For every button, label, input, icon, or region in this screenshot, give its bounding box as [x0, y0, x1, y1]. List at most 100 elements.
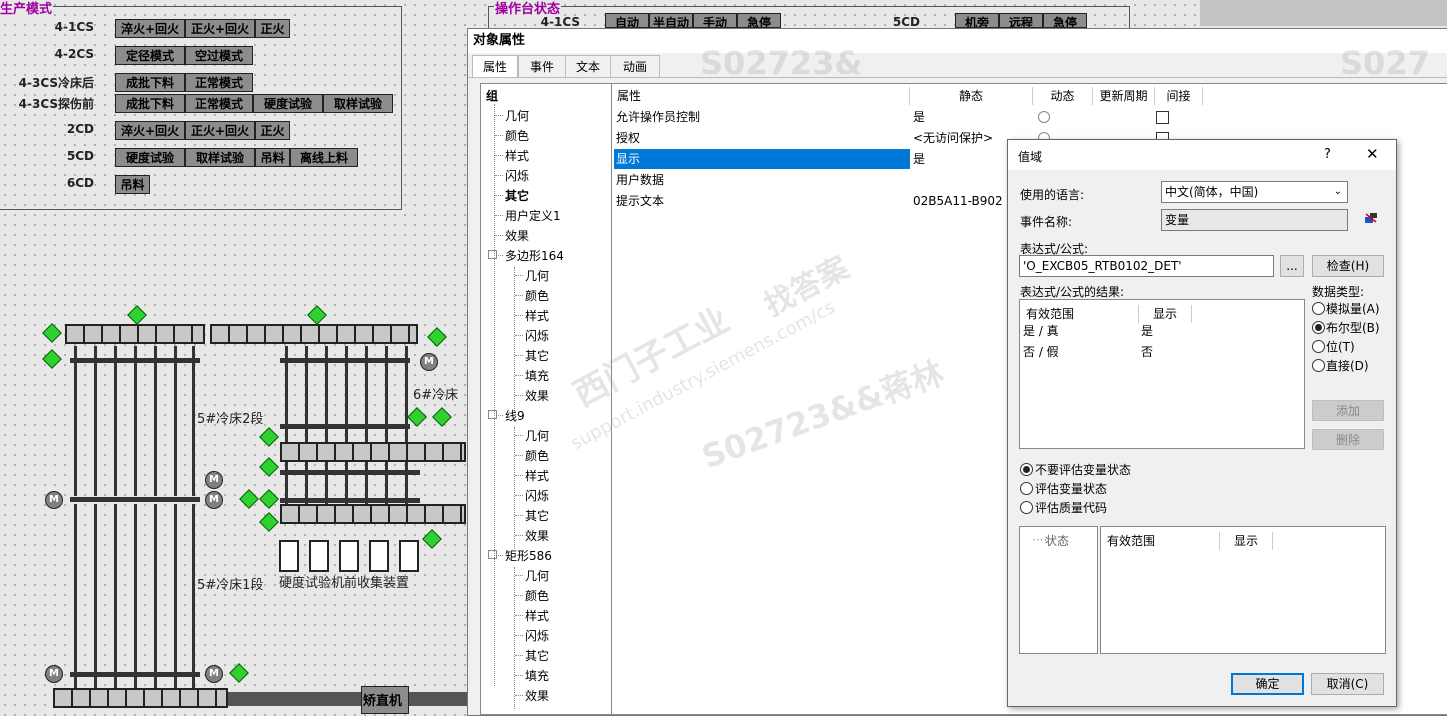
result-display-1[interactable]: 否 — [1141, 343, 1153, 360]
tree-item-0[interactable]: 组 — [486, 87, 498, 104]
eval-radio-2[interactable] — [1020, 501, 1033, 514]
eval-label-1[interactable]: 评估变量状态 — [1035, 480, 1107, 497]
col-header-indirect[interactable]: 间接 — [1155, 87, 1203, 105]
result-header-range[interactable]: 有效范围 — [1026, 305, 1139, 323]
lightbulb-icon-0[interactable] — [1038, 111, 1050, 123]
col-header-static[interactable]: 静态 — [910, 87, 1033, 105]
close-icon[interactable]: ✕ — [1366, 145, 1379, 163]
tree-item-1[interactable]: 几何 — [505, 107, 529, 124]
pm-button-5-0[interactable]: 硬度试验 — [115, 148, 185, 167]
valve-12[interactable] — [259, 512, 279, 532]
expand-icon-16[interactable] — [488, 410, 497, 419]
valve-6[interactable] — [407, 407, 427, 427]
add-button[interactable]: 添加 — [1312, 400, 1384, 421]
eval-label-2[interactable]: 评估质量代码 — [1035, 499, 1107, 516]
indirect-checkbox-0[interactable] — [1156, 111, 1169, 124]
property-static-1[interactable]: <无访问保护> — [913, 128, 993, 148]
valve-8[interactable] — [259, 427, 279, 447]
property-static-4[interactable]: 02B5A11-B902 5 — [913, 191, 1014, 211]
datatype-label-1[interactable]: 布尔型(B) — [1326, 319, 1380, 336]
help-button[interactable]: ? — [1324, 147, 1331, 162]
pm-button-4-1[interactable]: 正火+回火 — [185, 121, 255, 140]
tree-item-14[interactable]: 填充 — [525, 367, 549, 384]
valve-5[interactable] — [427, 327, 447, 347]
expand-icon-23[interactable] — [488, 550, 497, 559]
variable-connect-icon[interactable] — [1364, 212, 1378, 224]
console-button-0[interactable]: 自动 — [605, 13, 649, 28]
tree-item-8[interactable]: 多边形164 — [505, 247, 564, 264]
motor-6[interactable]: M — [205, 665, 223, 683]
tree-item-10[interactable]: 颜色 — [525, 287, 549, 304]
pm-button-0-1[interactable]: 正火+回火 — [185, 19, 255, 38]
pm-button-3-2[interactable]: 硬度试验 — [253, 94, 323, 113]
tree-item-15[interactable]: 效果 — [525, 387, 549, 404]
pm-button-3-3[interactable]: 取样试验 — [323, 94, 393, 113]
tree-item-25[interactable]: 颜色 — [525, 587, 549, 604]
tree-item-7[interactable]: 效果 — [505, 227, 529, 244]
tree-item-27[interactable]: 闪烁 — [525, 627, 549, 644]
pm-button-0-0[interactable]: 淬火+回火 — [115, 19, 185, 38]
tree-item-19[interactable]: 样式 — [525, 467, 549, 484]
tree-item-6[interactable]: 用户定义1 — [505, 207, 561, 224]
tree-item-23[interactable]: 矩形586 — [505, 547, 552, 564]
valve-7[interactable] — [432, 407, 452, 427]
tree-item-21[interactable]: 其它 — [525, 507, 549, 524]
motor-1[interactable]: M — [420, 353, 438, 371]
datatype-label-0[interactable]: 模拟量(A) — [1326, 300, 1380, 317]
pm-button-5-2[interactable]: 吊料 — [255, 148, 290, 167]
pm-button-5-1[interactable]: 取样试验 — [185, 148, 255, 167]
property-static-0[interactable]: 是 — [913, 107, 925, 127]
console-right-button-1[interactable]: 远程 — [999, 13, 1043, 28]
valve-4[interactable] — [307, 305, 327, 325]
result-range-0[interactable]: 是 / 真 — [1023, 322, 1059, 339]
expand-icon-8[interactable] — [488, 250, 497, 259]
property-name-1[interactable]: 授权 — [614, 128, 910, 148]
valve-2[interactable] — [42, 349, 62, 369]
tree-item-29[interactable]: 填充 — [525, 667, 549, 684]
valve-1[interactable] — [42, 323, 62, 343]
status-tree-item[interactable]: 状态 — [1045, 532, 1069, 549]
pm-button-1-0[interactable]: 定径模式 — [115, 46, 185, 65]
status-header-range[interactable]: 有效范围 — [1107, 532, 1220, 550]
result-range-1[interactable]: 否 / 假 — [1023, 343, 1059, 360]
tree-item-12[interactable]: 闪烁 — [525, 327, 549, 344]
valve-11[interactable] — [259, 489, 279, 509]
check-button[interactable]: 检查(H) — [1312, 255, 1384, 277]
property-static-2[interactable]: 是 — [913, 149, 925, 169]
datatype-radio-1[interactable] — [1312, 321, 1325, 334]
pm-button-1-1[interactable]: 空过模式 — [185, 46, 253, 65]
valve-13[interactable] — [422, 529, 442, 549]
console-button-3[interactable]: 急停 — [737, 13, 781, 28]
ok-button[interactable]: 确定 — [1231, 673, 1304, 695]
tree-item-4[interactable]: 闪烁 — [505, 167, 529, 184]
col-header-update-cycle[interactable]: 更新周期 — [1093, 87, 1155, 105]
pm-button-4-2[interactable]: 正火 — [255, 121, 290, 140]
motor-2[interactable]: M — [205, 471, 223, 489]
pm-button-2-1[interactable]: 正常模式 — [185, 73, 253, 92]
motor-5[interactable]: M — [45, 665, 63, 683]
tree-item-17[interactable]: 几何 — [525, 427, 549, 444]
tree-item-3[interactable]: 样式 — [505, 147, 529, 164]
console-right-button-0[interactable]: 机旁 — [955, 13, 999, 28]
valve-9[interactable] — [259, 457, 279, 477]
console-button-1[interactable]: 半自动 — [649, 13, 693, 28]
tree-item-20[interactable]: 闪烁 — [525, 487, 549, 504]
datatype-radio-0[interactable] — [1312, 302, 1325, 315]
tree-item-16[interactable]: 线9 — [505, 407, 525, 424]
property-name-2[interactable]: 显示 — [614, 149, 910, 169]
datatype-radio-3[interactable] — [1312, 359, 1325, 372]
pm-button-5-3[interactable]: 离线上料 — [290, 148, 358, 167]
motor-4[interactable]: M — [45, 491, 63, 509]
tree-item-2[interactable]: 颜色 — [505, 127, 529, 144]
eval-radio-1[interactable] — [1020, 482, 1033, 495]
pm-button-0-2[interactable]: 正火 — [255, 19, 290, 38]
tree-item-24[interactable]: 几何 — [525, 567, 549, 584]
tab-text[interactable]: 文本 — [565, 55, 611, 78]
property-name-4[interactable]: 提示文本 — [614, 191, 910, 211]
console-right-button-2[interactable]: 急停 — [1043, 13, 1087, 28]
datatype-label-2[interactable]: 位(T) — [1326, 338, 1355, 355]
col-header-dynamic[interactable]: 动态 — [1033, 87, 1093, 105]
valve-3[interactable] — [127, 305, 147, 325]
browse-button[interactable]: ... — [1280, 255, 1304, 277]
pm-button-6-0[interactable]: 吊料 — [115, 175, 150, 194]
